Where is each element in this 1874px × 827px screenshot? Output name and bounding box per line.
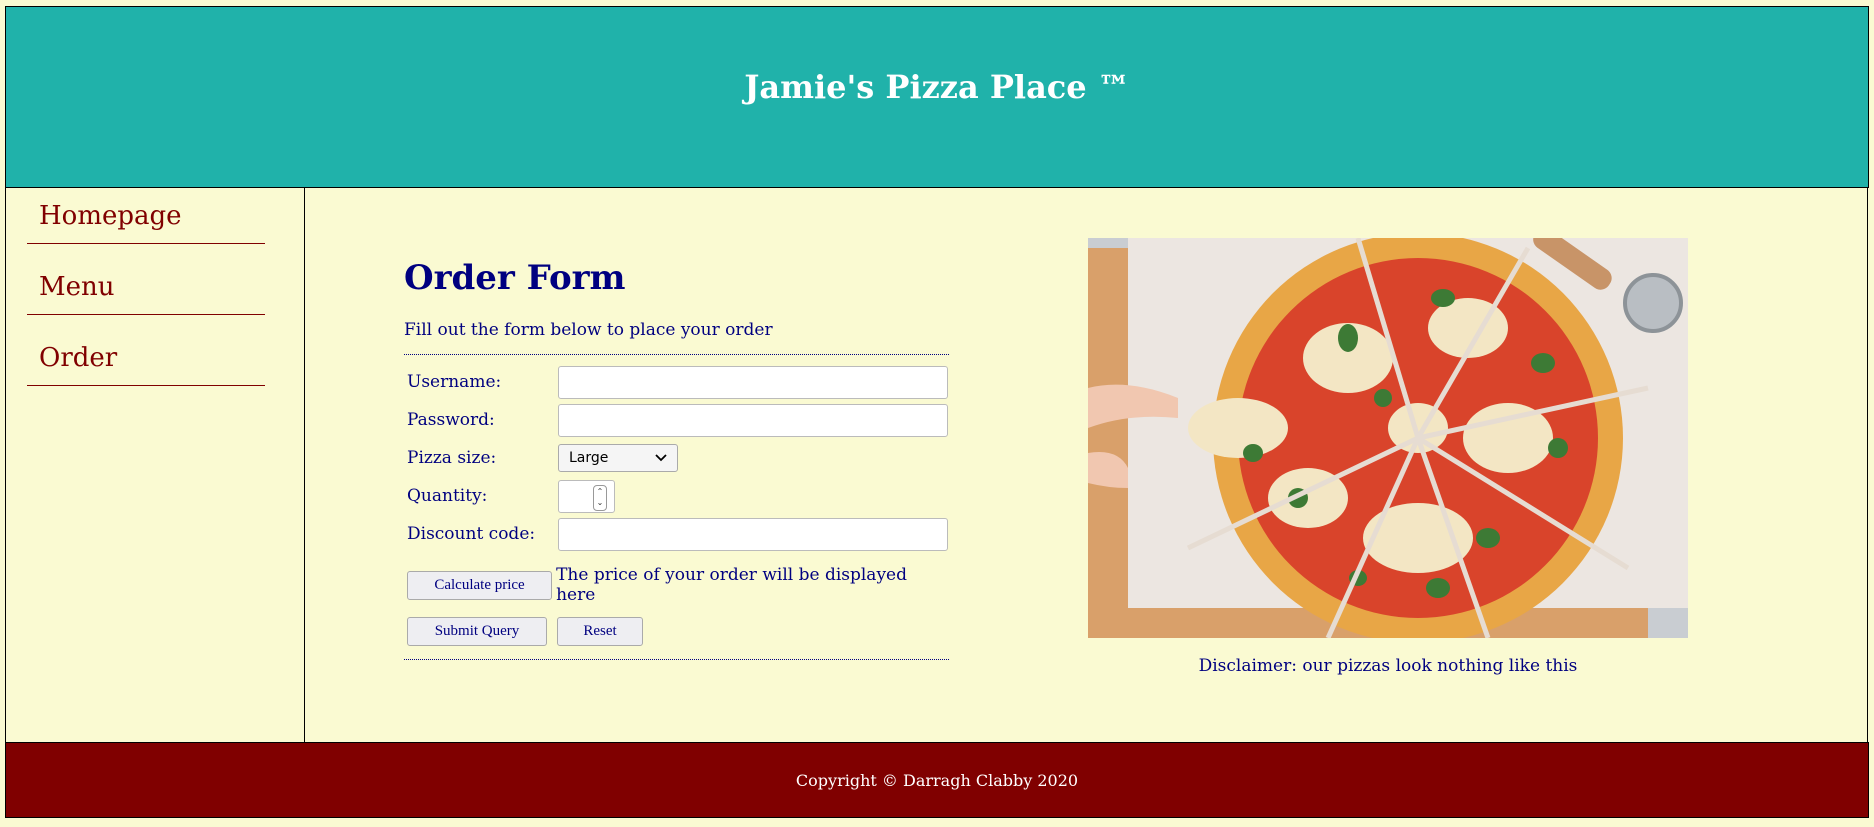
quantity-stepper[interactable]: ⌃ ⌄ <box>593 484 607 511</box>
username-input[interactable] <box>558 365 948 399</box>
nav-order-link[interactable]: Order <box>27 315 265 386</box>
calculate-price-button[interactable]: Calculate price <box>407 570 553 600</box>
site-title: Jamie's Pizza Place ™ <box>744 68 1130 106</box>
username-label: Username: <box>407 372 502 392</box>
divider-bottom <box>404 659 949 660</box>
pizza-image <box>1088 238 1688 638</box>
username-row: Username: <box>404 363 949 401</box>
chevron-down-icon <box>655 454 667 462</box>
pizza-size-value: Large <box>569 450 609 466</box>
divider-top <box>404 354 949 355</box>
quantity-row: Quantity: ⌃ ⌄ <box>404 477 949 515</box>
quantity-input[interactable]: ⌃ ⌄ <box>558 479 615 513</box>
nav-menu-link[interactable]: Menu <box>27 244 265 315</box>
copyright-text: Copyright © Darragh Clabby 2020 <box>795 770 1079 790</box>
reset-button[interactable]: Reset <box>557 617 643 646</box>
pizza-size-label: Pizza size: <box>407 448 497 468</box>
price-display: The price of your order will be displaye… <box>556 565 907 605</box>
password-row: Password: <box>404 401 949 439</box>
submit-button[interactable]: Submit Query <box>407 617 547 646</box>
pizza-size-select[interactable]: Large <box>558 444 678 472</box>
form-buttons: Submit Query Reset <box>404 617 949 646</box>
site-footer: Copyright © Darragh Clabby 2020 <box>5 742 1869 818</box>
stepper-up-icon[interactable]: ⌃ <box>594 486 606 497</box>
nav-homepage-link[interactable]: Homepage <box>27 173 265 244</box>
password-label: Password: <box>407 410 495 430</box>
order-form: Order Form Fill out the form below to pl… <box>404 258 949 660</box>
pizza-size-row: Pizza size: Large <box>404 439 949 477</box>
sidebar-nav: Homepage Menu Order <box>5 188 305 742</box>
discount-row: Discount code: <box>404 515 949 553</box>
quantity-label: Quantity: <box>407 486 488 506</box>
price-row: Calculate price The price of your order … <box>404 565 949 605</box>
discount-input[interactable] <box>558 517 948 551</box>
password-input[interactable] <box>558 403 948 437</box>
discount-label: Discount code: <box>407 524 536 544</box>
image-caption: Disclaimer: our pizzas look nothing like… <box>1198 656 1578 676</box>
main-content: Order Form Fill out the form below to pl… <box>304 188 1868 742</box>
pizza-image-section: Disclaimer: our pizzas look nothing like… <box>1088 238 1688 676</box>
stepper-down-icon[interactable]: ⌄ <box>594 497 606 508</box>
form-intro: Fill out the form below to place your or… <box>404 320 773 340</box>
form-title: Order Form <box>404 258 626 298</box>
site-header: Jamie's Pizza Place ™ <box>5 6 1869 188</box>
